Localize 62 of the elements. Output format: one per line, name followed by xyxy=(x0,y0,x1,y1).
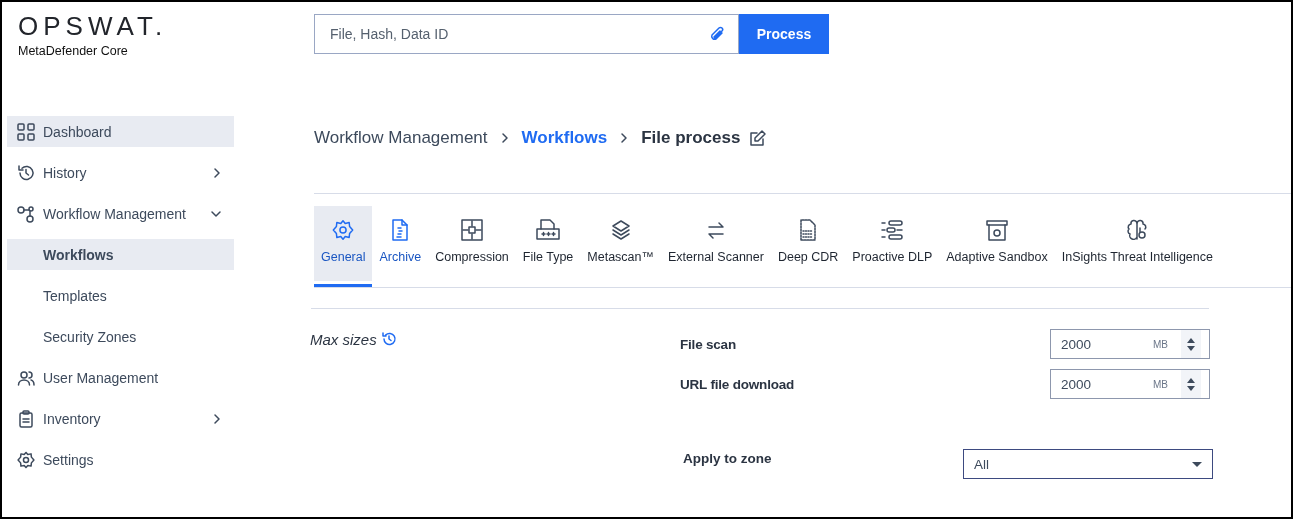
sidebar-item[interactable]: Workflows xyxy=(7,239,234,270)
document-icon xyxy=(391,219,410,241)
sidebar-item[interactable]: Workflow Management xyxy=(7,198,234,229)
field-label: File scan xyxy=(680,336,736,352)
swap-arrows-icon xyxy=(706,219,725,241)
sidebar-item[interactable]: Inventory xyxy=(7,403,234,434)
field-label: URL file download xyxy=(680,376,795,392)
paperclip-icon xyxy=(709,25,725,43)
product-name: MetaDefender Core xyxy=(18,44,128,58)
file-grid-icon xyxy=(536,219,561,241)
field-label: Apply to zone xyxy=(683,451,772,466)
chevron-right-icon xyxy=(619,132,630,144)
search-field[interactable]: File, Hash, Data ID xyxy=(314,14,739,54)
file-dotted-icon xyxy=(799,219,818,241)
tab[interactable]: General xyxy=(314,206,373,287)
tab[interactable]: Proactive DLP xyxy=(845,206,940,287)
tab[interactable]: InSights Threat Intelligence xyxy=(1054,206,1220,287)
process-button[interactable]: Process xyxy=(739,14,829,54)
breadcrumb-link[interactable]: Workflows xyxy=(521,128,608,148)
compress-icon xyxy=(461,219,483,241)
chevron-right-icon xyxy=(212,166,222,179)
breadcrumb-current: File process xyxy=(641,128,741,148)
spin-up-icon xyxy=(1187,377,1195,383)
chevron-down-icon xyxy=(210,208,222,219)
zone-dropdown[interactable]: All xyxy=(963,449,1213,479)
number-spinbox[interactable]: 2000 MB xyxy=(1050,329,1210,359)
tab[interactable]: File Type xyxy=(515,206,581,287)
brand-logo: OPSWAT. xyxy=(18,12,168,40)
clipboard-icon xyxy=(17,409,35,428)
tab[interactable]: Deep CDR xyxy=(770,206,846,287)
chevron-right-icon xyxy=(212,412,222,425)
tab[interactable]: Compression xyxy=(428,206,516,287)
section-title: Max sizes xyxy=(310,330,377,348)
sliders-icon xyxy=(881,219,904,241)
spin-down-icon xyxy=(1187,345,1195,351)
tab[interactable]: Archive xyxy=(372,206,429,287)
sidebar-item[interactable]: Dashboard xyxy=(7,116,234,147)
sandbox-box-icon xyxy=(986,219,1008,241)
spin-down-icon xyxy=(1187,385,1195,391)
sidebar-item[interactable]: Templates xyxy=(7,280,234,311)
edit-icon xyxy=(750,130,767,146)
grid-icon xyxy=(17,122,35,141)
tab[interactable]: Metascan™ xyxy=(580,206,661,287)
spin-up-icon xyxy=(1187,337,1195,343)
tab[interactable]: Adaptive Sandbox xyxy=(939,206,1055,287)
number-spinbox[interactable]: 2000 MB xyxy=(1050,369,1210,399)
users-icon xyxy=(17,368,35,387)
sidebar-item[interactable]: Settings xyxy=(7,444,234,475)
sidebar-item[interactable]: Security Zones xyxy=(7,321,234,352)
nodes-icon xyxy=(17,204,35,223)
history-icon xyxy=(380,331,397,347)
sidebar-item[interactable]: User Management xyxy=(7,362,234,393)
sidebar-item[interactable]: History xyxy=(7,157,234,188)
tab[interactable]: External Scanner xyxy=(661,206,771,287)
chevron-right-icon xyxy=(499,132,510,144)
brain-icon xyxy=(1126,219,1149,241)
caret-down-icon xyxy=(1192,461,1202,467)
breadcrumb-item: Workflow Management xyxy=(314,128,488,148)
layers-icon xyxy=(610,219,631,241)
history-icon xyxy=(17,163,35,182)
gear-icon xyxy=(17,450,35,469)
gear-icon xyxy=(332,219,355,241)
